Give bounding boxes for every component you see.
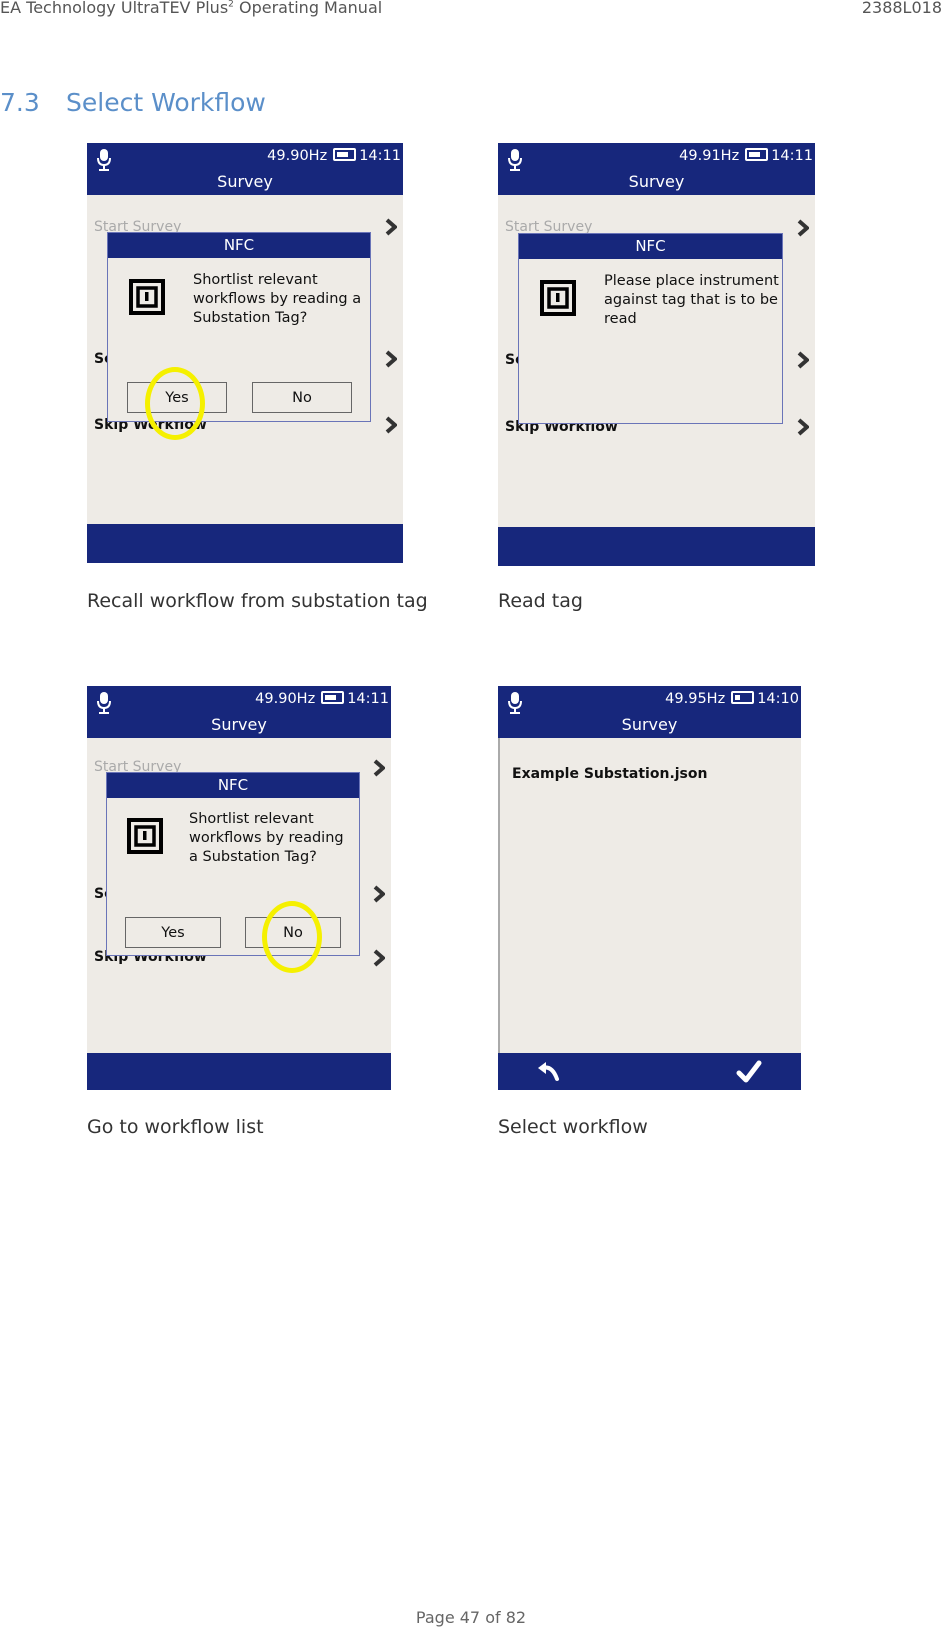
yes-button[interactable]: Yes bbox=[127, 382, 227, 413]
top-bar: 49.91Hz 14:11 Survey bbox=[498, 143, 815, 195]
caption-recall-workflow: Recall workflow from substation tag bbox=[87, 590, 428, 612]
top-bar: 49.90Hz 14:11 Survey bbox=[87, 686, 391, 738]
microphone-icon bbox=[97, 149, 111, 171]
bottom-bar bbox=[87, 1053, 391, 1090]
section-title: Select Workflow bbox=[66, 88, 266, 117]
microphone-icon bbox=[508, 149, 522, 171]
clock: 14:11 bbox=[359, 148, 401, 164]
caption-select-workflow: Select workflow bbox=[498, 1116, 648, 1138]
status-bar: 49.90Hz 14:11 bbox=[255, 691, 389, 707]
chevron-right-icon bbox=[373, 885, 385, 903]
screen-title: Survey bbox=[217, 172, 273, 191]
section-number: 7.3 bbox=[0, 88, 40, 117]
section-heading: 7.3 Select Workflow bbox=[0, 88, 266, 117]
clock: 14:11 bbox=[347, 691, 389, 707]
checkmark-icon[interactable] bbox=[736, 1059, 762, 1085]
screen-title: Survey bbox=[621, 715, 678, 734]
dialog-title: NFC bbox=[107, 773, 359, 798]
chevron-right-icon bbox=[373, 759, 385, 777]
status-bar: 49.95Hz 14:10 bbox=[665, 691, 799, 707]
dialog-message: Shortlist relevant workflows by reading … bbox=[189, 811, 344, 865]
chevron-right-icon bbox=[385, 416, 397, 434]
screen-title: Survey bbox=[211, 715, 267, 734]
frequency-readout: 49.90Hz bbox=[267, 148, 328, 164]
battery-icon bbox=[321, 691, 345, 704]
dialog-message: Please place instrument against tag that… bbox=[604, 273, 779, 327]
nfc-tag-icon bbox=[127, 818, 163, 854]
device-screen-read-tag: 49.91Hz 14:11 Survey Start Survey Se Skip… bbox=[498, 143, 815, 566]
screen-title: Survey bbox=[628, 172, 685, 191]
status-bar: 49.90Hz 14:11 bbox=[267, 148, 401, 164]
header-title-suffix: Operating Manual bbox=[233, 0, 383, 17]
clock: 14:11 bbox=[771, 148, 813, 164]
document-number: 2388L018 bbox=[861, 0, 942, 17]
device-screen-recall-workflow: 49.90Hz 14:11 Survey Start Survey Se Skip… bbox=[87, 143, 403, 563]
status-bar: 49.91Hz 14:11 bbox=[679, 148, 813, 164]
nfc-dialog: NFC Please place instrument against tag … bbox=[518, 233, 783, 424]
caption-read-tag: Read tag bbox=[498, 590, 583, 612]
top-bar: 49.90Hz 14:11 Survey bbox=[87, 143, 403, 195]
page-number: Page 47 of 82 bbox=[415, 1608, 527, 1627]
scroll-track bbox=[498, 738, 500, 1053]
caption-go-to-workflow-list: Go to workflow list bbox=[87, 1116, 264, 1138]
dialog-title: NFC bbox=[108, 233, 370, 258]
frequency-readout: 49.90Hz bbox=[255, 691, 316, 707]
clock: 14:10 bbox=[757, 691, 799, 707]
microphone-icon bbox=[97, 692, 111, 714]
bottom-bar bbox=[498, 1053, 801, 1090]
nfc-tag-icon bbox=[540, 280, 576, 316]
device-screen-select-workflow: 49.95Hz 14:10 Survey Example Substation.j… bbox=[498, 686, 801, 1090]
no-button[interactable]: No bbox=[245, 917, 341, 948]
dialog-title: NFC bbox=[519, 234, 782, 259]
battery-icon bbox=[333, 148, 357, 161]
yes-button[interactable]: Yes bbox=[125, 917, 221, 948]
chevron-right-icon bbox=[373, 949, 385, 967]
dialog-message: Shortlist relevant workflows by reading … bbox=[193, 272, 362, 326]
chevron-right-icon bbox=[385, 350, 397, 368]
chevron-right-icon bbox=[797, 351, 809, 369]
microphone-icon bbox=[508, 692, 522, 714]
nfc-dialog: NFC Shortlist relevant workflows by read… bbox=[106, 772, 360, 956]
document-header-title: EA Technology UltraTEV Plus2 Operating M… bbox=[0, 0, 382, 17]
nfc-dialog: NFC Shortlist relevant workflows by read… bbox=[107, 232, 371, 422]
back-arrow-icon[interactable] bbox=[536, 1059, 562, 1085]
bottom-bar bbox=[87, 524, 403, 563]
workflow-list-item[interactable]: Example Substation.json bbox=[512, 766, 707, 782]
no-button[interactable]: No bbox=[252, 382, 352, 413]
chevron-right-icon bbox=[797, 219, 809, 237]
chevron-right-icon bbox=[385, 218, 397, 236]
frequency-readout: 49.95Hz bbox=[665, 691, 726, 707]
top-bar: 49.95Hz 14:10 Survey bbox=[498, 686, 801, 738]
battery-icon bbox=[745, 148, 769, 161]
nfc-tag-icon bbox=[129, 279, 165, 315]
device-screen-go-to-workflow-list: 49.90Hz 14:11 Survey Start Survey Se Skip… bbox=[87, 686, 391, 1090]
battery-icon bbox=[731, 691, 755, 704]
frequency-readout: 49.91Hz bbox=[679, 148, 740, 164]
header-title-text: EA Technology UltraTEV Plus bbox=[0, 0, 229, 17]
chevron-right-icon bbox=[797, 418, 809, 436]
bottom-bar bbox=[498, 527, 815, 566]
